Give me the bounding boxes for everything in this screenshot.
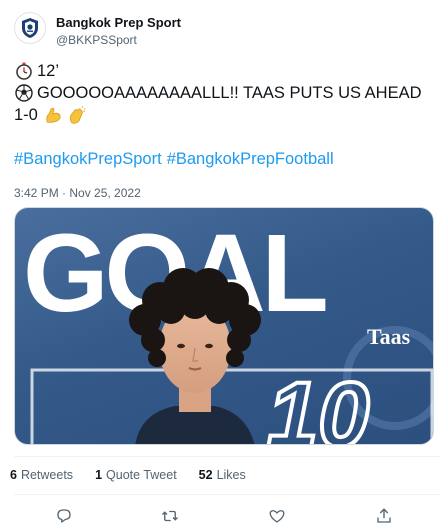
player-portrait: [129, 268, 261, 444]
retweet-button[interactable]: [159, 505, 181, 527]
tweet-line: 1-0: [14, 104, 439, 126]
tweet-line: GOOOOOAAAAAAAALLL!! TAAS PUTS US AHEAD: [14, 82, 439, 104]
tweet-text: 12’ GOOOOOAAAAAAAALLL!! TAAS PUTS US AHE…: [14, 60, 439, 170]
retweets-count: 6: [10, 468, 17, 482]
goal-graphic: GOAL 10 Taas: [23, 212, 433, 445]
retweets-stat[interactable]: 6 Retweets: [10, 468, 73, 482]
soccer-ball-emoji-icon: [14, 84, 33, 103]
user-handle[interactable]: @BKKPSSport: [56, 32, 181, 48]
divider: [14, 494, 440, 495]
display-name[interactable]: Bangkok Prep Sport: [56, 15, 181, 31]
tweet: Bangkok Prep Sport @BKKPSSport 12’ GOOOO…: [0, 0, 448, 529]
reply-icon: [57, 509, 71, 523]
likes-label: Likes: [216, 468, 246, 482]
engagement-stats: 6 Retweets 1 Quote Tweet 52 Likes: [10, 468, 268, 482]
tweet-timestamp[interactable]: 3:42 PM · Nov 25, 2022: [14, 186, 141, 200]
tweet-actions: [0, 505, 448, 527]
hashtag-link[interactable]: #BangkokPrepFootball: [167, 150, 334, 168]
quotes-label: Quote Tweet: [106, 468, 177, 482]
likes-stat[interactable]: 52 Likes: [199, 468, 246, 482]
like-icon: [269, 510, 285, 523]
avatar[interactable]: [14, 12, 46, 44]
school-crest-icon: [22, 18, 38, 38]
player-name: Taas: [367, 324, 411, 349]
flexed-biceps-emoji-icon: [44, 106, 63, 125]
stopwatch-emoji-icon: [14, 62, 33, 81]
tweet-line-2: GOOOOOAAAAAAAALLL!! TAAS PUTS US AHEAD: [37, 84, 422, 102]
like-button[interactable]: [266, 505, 288, 527]
hashtags: #BangkokPrepSport #BangkokPrepFootball: [14, 148, 439, 170]
divider: [14, 456, 440, 457]
reply-button[interactable]: [53, 505, 75, 527]
shirt-number: 10: [267, 364, 369, 445]
tweet-line: 12’: [14, 60, 439, 82]
quote-tweets-stat[interactable]: 1 Quote Tweet: [95, 468, 177, 482]
clapping-hands-emoji-icon: [67, 105, 86, 125]
share-icon: [377, 508, 391, 523]
hashtag-link[interactable]: #BangkokPrepSport: [14, 150, 162, 168]
tweet-line-1: 12’: [37, 62, 60, 80]
retweets-label: Retweets: [20, 468, 74, 482]
tweet-media-image[interactable]: GOAL 10 Taas: [14, 207, 434, 445]
tweet-header: Bangkok Prep Sport @BKKPSSport: [14, 12, 181, 48]
likes-count: 52: [198, 468, 213, 482]
quotes-count: 1: [95, 468, 103, 482]
share-button[interactable]: [373, 505, 395, 527]
tweet-line-3: 1-0: [14, 106, 38, 124]
retweet-icon: [162, 510, 178, 522]
